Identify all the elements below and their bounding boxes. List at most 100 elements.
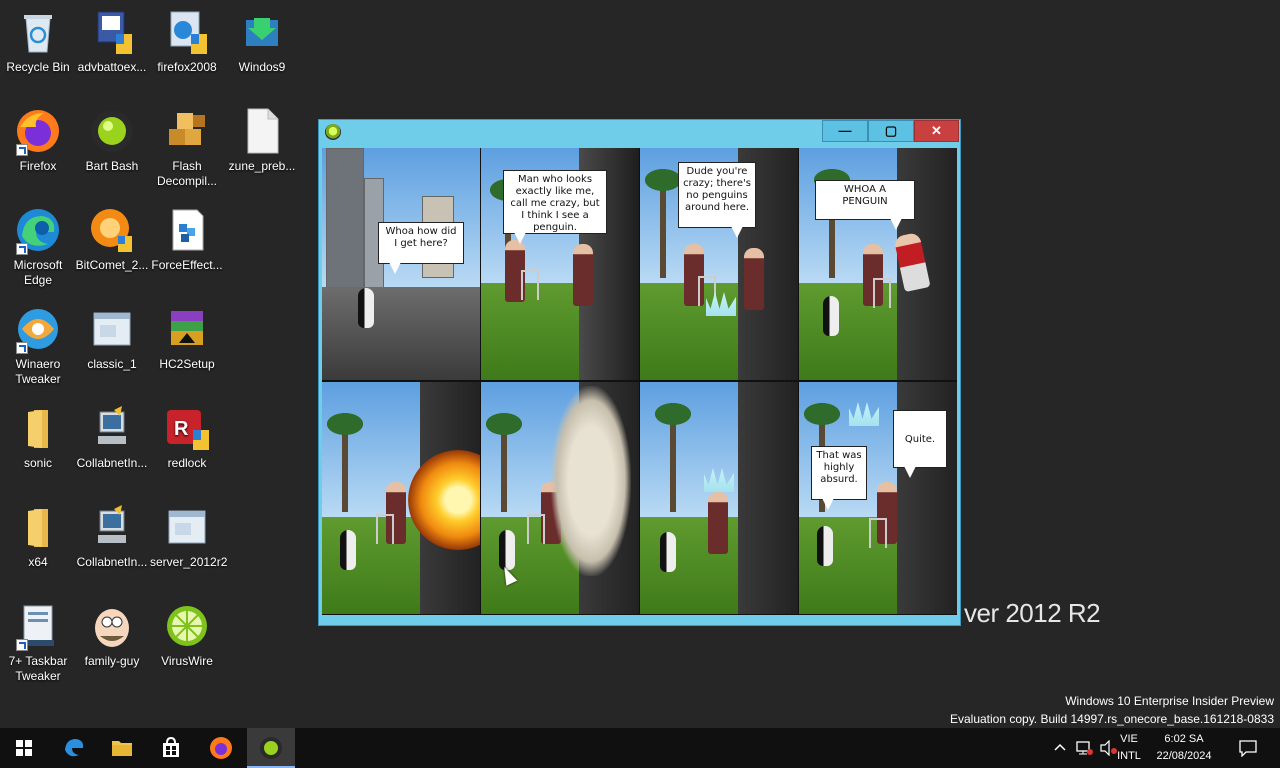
app-icon[interactable]: [325, 124, 341, 140]
folder-icon: [14, 404, 62, 452]
icon-label: Microsoft Edge: [13, 258, 63, 287]
desktop-icon-recycle-bin[interactable]: Recycle Bin: [0, 4, 76, 75]
icon-label: Firefox: [19, 159, 57, 173]
system-clock[interactable]: 6:02 SA 22/08/2024: [1144, 731, 1224, 765]
desktop-icon-viruswire[interactable]: VirusWire: [149, 598, 225, 669]
minimize-icon: —: [838, 123, 852, 138]
desktop-icon-firefox[interactable]: Firefox: [0, 103, 76, 174]
download-arrow-icon: [238, 8, 286, 56]
taskbar-firefox[interactable]: [197, 728, 245, 768]
computer-icon: [88, 503, 136, 551]
close-button[interactable]: ✕: [914, 120, 959, 142]
watermark-line-1: Windows 10 Enterprise Insider Preview: [1065, 694, 1274, 708]
taskbar-edge[interactable]: [50, 728, 98, 768]
penguin-figure: [358, 288, 374, 328]
comic-panel-7: [640, 382, 798, 614]
language-code: VIE: [1120, 733, 1138, 745]
folder-icon: [14, 503, 62, 551]
winaero-icon: [14, 305, 62, 354]
start-button[interactable]: [0, 728, 48, 768]
desktop-icon-hc2setup[interactable]: HC2Setup: [149, 301, 225, 372]
desktop-icon-x64[interactable]: x64: [0, 499, 76, 570]
icon-label: Bart Bash: [85, 159, 139, 173]
desktop-icon-redlock[interactable]: R redlock: [149, 400, 225, 471]
input-language-indicator[interactable]: VIE INTL: [1114, 731, 1144, 765]
desktop-icon-advbattoex[interactable]: advbattoex...: [74, 4, 150, 75]
edge-icon: [65, 739, 84, 757]
icon-label: classic_1: [87, 357, 137, 371]
action-center-button[interactable]: [1230, 728, 1266, 768]
desktop-icon-collabnet-2[interactable]: CollabnetIn...: [74, 499, 150, 570]
build-watermark: Windows 10 Enterprise Insider Preview Ev…: [950, 692, 1274, 728]
desktop-icon-firefox2008[interactable]: firefox2008: [149, 4, 225, 75]
desktop-icon-bart-bash[interactable]: Bart Bash: [74, 103, 150, 174]
icon-label: server_2012r2: [150, 555, 228, 569]
shortcut-arrow-icon: [16, 342, 28, 354]
icon-label: BitComet_2...: [75, 258, 149, 272]
shortcut-arrow-icon: [16, 144, 28, 156]
bitcomet-icon: [88, 206, 136, 254]
desktop-icon-windos9[interactable]: Windos9: [224, 4, 300, 75]
clock-date: 22/08/2024: [1156, 750, 1212, 762]
taskbar-bart-bash[interactable]: [247, 728, 295, 768]
svg-text:R: R: [174, 418, 189, 440]
speech-bubble: Whoa how did I get here?: [378, 222, 464, 274]
desktop-icon-bitcomet[interactable]: BitComet_2...: [74, 202, 150, 273]
installer-icon: [163, 8, 211, 56]
firefox-icon: [14, 107, 62, 156]
maximize-icon: ▢: [884, 123, 898, 138]
close-icon: ✕: [931, 123, 942, 138]
icon-label: advbattoex...: [77, 60, 147, 74]
desktop-icon-family-guy[interactable]: family-guy: [74, 598, 150, 669]
redlock-icon: R: [163, 404, 211, 452]
speech-bubble: Man who looks exactly like me, call me c…: [503, 170, 607, 244]
file-icon: [238, 107, 286, 155]
icon-label: x64: [28, 555, 48, 569]
smoke-cloud: [551, 386, 631, 576]
desktop-icon-sonic[interactable]: sonic: [0, 400, 76, 471]
clock-time: 6:02 SA: [1164, 733, 1204, 745]
desktop-icon-collabnet-1[interactable]: CollabnetIn...: [74, 400, 150, 471]
title-bar[interactable]: — ▢ ✕: [319, 120, 960, 146]
icon-label: Flash Decompil...: [156, 159, 218, 188]
windows-logo-icon: [16, 740, 32, 756]
desktop-icon-forceeffect[interactable]: ForceEffect...: [149, 202, 225, 273]
speech-bubble: Quite.: [893, 410, 947, 478]
peter-icon: [88, 602, 136, 650]
comic-panel-2: Man who looks exactly like me, call me c…: [481, 148, 639, 380]
icon-label: sonic: [23, 456, 52, 470]
icon-label: HC2Setup: [159, 357, 215, 371]
comic-panel-1: Whoa how did I get here?: [322, 148, 480, 380]
shortcut-arrow-icon: [16, 639, 28, 651]
computer-icon: [88, 404, 136, 452]
tweaker-icon: [14, 602, 62, 651]
desktop-icon-server-2012r2[interactable]: server_2012r2: [149, 499, 228, 570]
notification-icon: [1239, 740, 1257, 757]
desktop-icon-classic-1[interactable]: classic_1: [74, 301, 150, 372]
icon-label: CollabnetIn...: [76, 456, 148, 470]
blocks-icon: [163, 206, 211, 254]
speech-bubble: WHOA A PENGUIN: [815, 180, 915, 230]
desktop-icon-zune[interactable]: zune_preb...: [224, 103, 300, 174]
minimize-button[interactable]: —: [822, 120, 868, 142]
taskbar-store[interactable]: [147, 728, 195, 768]
taskbar-file-explorer[interactable]: [98, 728, 146, 768]
speech-bubble: Dude you're crazy; there's no penguins a…: [678, 162, 756, 238]
network-button[interactable]: [1074, 728, 1096, 768]
archive-icon: [163, 305, 211, 353]
store-icon: [163, 736, 179, 757]
desktop-icon-edge[interactable]: Microsoft Edge: [0, 202, 76, 288]
desktop-icon-winaero[interactable]: Winaero Tweaker: [0, 301, 76, 387]
show-hidden-icons-button[interactable]: [1050, 728, 1070, 768]
icon-label: CollabnetIn...: [76, 555, 148, 569]
icon-label: redlock: [167, 456, 207, 470]
desktop-icon-flash-decompiler[interactable]: Flash Decompil...: [149, 103, 225, 189]
maximize-button[interactable]: ▢: [868, 120, 914, 142]
app-window: — ▢ ✕ Whoa how did I get here? Man who l…: [318, 119, 961, 626]
desktop-icon-7-taskbar-tweaker[interactable]: 7+ Taskbar Tweaker: [0, 598, 76, 684]
icon-label: Winaero Tweaker: [15, 357, 61, 386]
gear-ball-icon: [88, 107, 136, 155]
window-icon: [88, 305, 136, 353]
icon-label: firefox2008: [157, 60, 217, 74]
window-icon: [163, 503, 211, 551]
